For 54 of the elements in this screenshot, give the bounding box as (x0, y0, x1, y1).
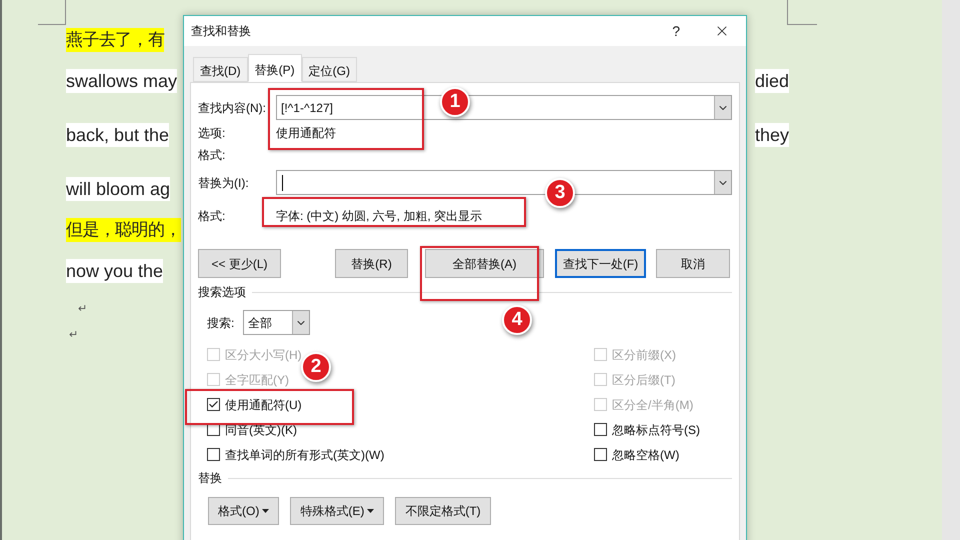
document-text: back, but the (66, 123, 170, 147)
dialog-button[interactable]: << 更少(L) (198, 249, 281, 278)
dropdown-triangle-icon (262, 509, 270, 513)
paragraph-mark: ↵ (78, 302, 87, 316)
tab[interactable]: 查找(D) (193, 57, 248, 82)
field-label: 选项: (198, 125, 226, 142)
options-value: 使用通配符 (276, 125, 336, 142)
document-text: will bloom ag (66, 177, 170, 201)
field-value: [!^1-^127] (281, 100, 333, 116)
checkbox[interactable] (207, 448, 220, 461)
page-corner-mark (787, 0, 817, 25)
dialog-button[interactable]: 查找下一处(F) (555, 249, 646, 278)
field-label: 替换为(I): (198, 174, 250, 192)
checkbox-label: 忽略空格(W) (612, 448, 680, 462)
paragraph-mark: ↵ (69, 328, 78, 342)
field-label: 格式: (198, 147, 226, 164)
checkbox-label: 使用通配符(U) (225, 398, 302, 412)
checkbox-label: 全字匹配(Y) (225, 372, 289, 386)
checkbox-label: 区分前缀(X) (612, 348, 676, 362)
tab[interactable]: 替换(P) (248, 54, 302, 82)
format-button[interactable]: 特殊格式(E) (290, 497, 384, 525)
document-text: now you the (66, 259, 164, 283)
section-title: 搜索选项 (198, 284, 246, 301)
document-text: died (754, 69, 789, 93)
field-value: 全部 (248, 314, 272, 332)
checkbox[interactable] (594, 448, 607, 461)
checkbox-label: 查找单词的所有形式(英文)(W) (225, 448, 384, 462)
checkbox-label: 区分大小写(H) (225, 348, 302, 362)
section-title: 替换 (198, 470, 222, 487)
document-text: swallows may (66, 69, 178, 93)
format-button[interactable]: 格式(O) (208, 497, 280, 525)
checkbox-label: 同音(英文)(K) (225, 422, 297, 436)
text-cursor (282, 174, 283, 190)
tab[interactable]: 定位(G) (302, 57, 357, 82)
dialog-button[interactable]: 全部替换(A) (425, 249, 544, 278)
checkbox-label: 区分后缀(T) (612, 372, 676, 386)
field-label: 查找内容(N): (198, 100, 267, 116)
page-corner-mark (38, 0, 66, 25)
document-text: they (754, 123, 789, 147)
checkbox-label: 忽略标点符号(S) (612, 422, 700, 436)
field-label: 格式: (198, 208, 226, 225)
dialog-button[interactable]: 替换(R) (335, 249, 408, 278)
checkbox[interactable] (594, 423, 607, 436)
dropdown-triangle-icon (367, 509, 374, 513)
window-title: 查找和替换 (191, 23, 252, 40)
format-value: 字体: (中文) 幼圆, 六号, 加粗, 突出显示 (276, 208, 482, 225)
format-button[interactable]: 不限定格式(T) (395, 497, 491, 525)
document-text: 但是，聪明的， (66, 218, 181, 242)
search-select[interactable]: 全部 (243, 310, 310, 335)
checkbox[interactable] (207, 398, 220, 411)
checkbox-label: 区分全/半角(M) (612, 398, 694, 412)
help-button[interactable]: ? (672, 20, 680, 42)
field-label: 搜索: (207, 314, 236, 332)
dialog-button[interactable]: 取消 (656, 249, 730, 278)
